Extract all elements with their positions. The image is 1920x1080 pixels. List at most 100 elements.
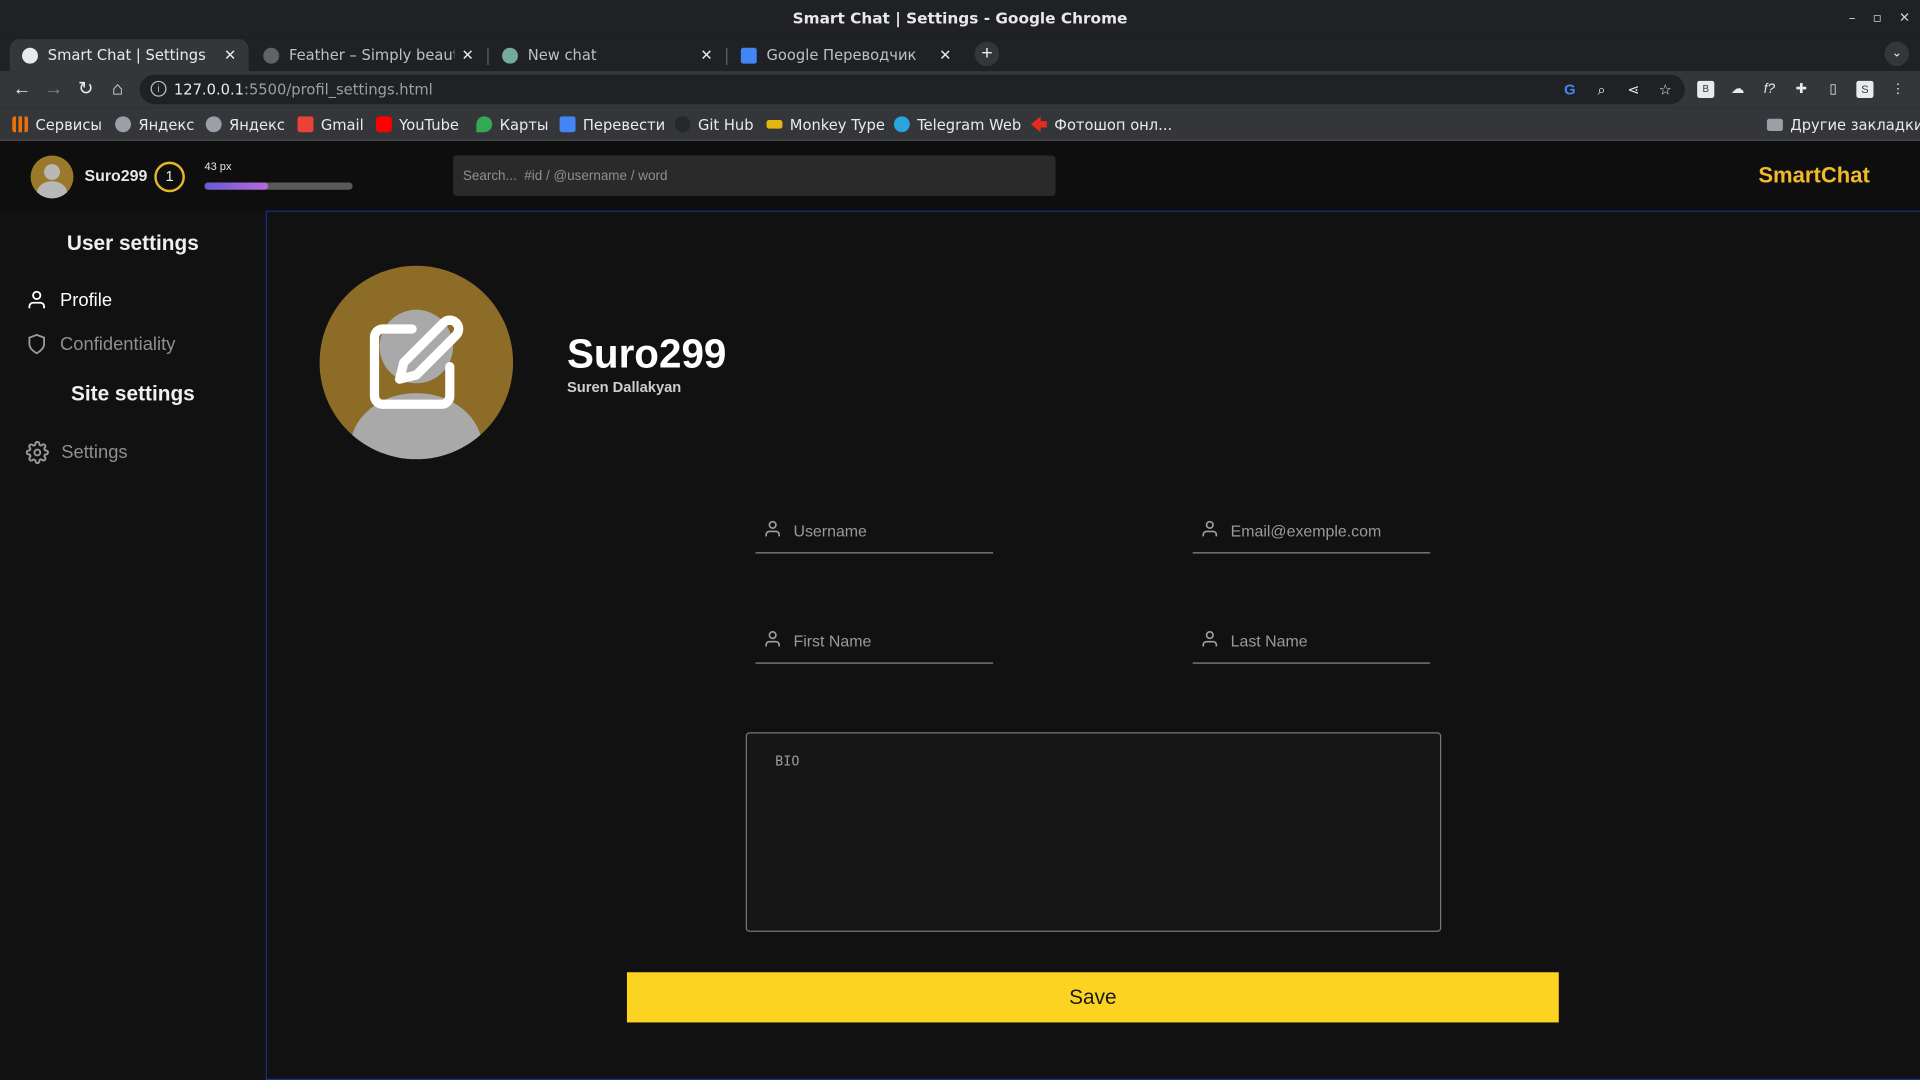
user-icon bbox=[28, 290, 46, 309]
tab-smart-chat-settings[interactable]: Smart Chat | Settings ✕ bbox=[9, 39, 249, 72]
extensions-puzzle-icon[interactable]: ✚ bbox=[1793, 81, 1810, 98]
globe-icon bbox=[115, 116, 132, 133]
user-icon bbox=[765, 631, 781, 647]
back-icon[interactable]: ← bbox=[10, 77, 34, 101]
tab-google-translate[interactable]: Google Переводчик ✕ bbox=[729, 39, 964, 71]
tab-title: New chat bbox=[527, 46, 597, 64]
tab-search-button[interactable]: ⌄ bbox=[1884, 41, 1909, 67]
url-text[interactable]: 127.0.0.1:5500/profil_settings.html bbox=[174, 81, 433, 98]
email-input[interactable] bbox=[1230, 516, 1425, 544]
bookmark-yandex-2[interactable]: Яндекс bbox=[205, 114, 285, 135]
close-tab-icon[interactable]: ✕ bbox=[462, 47, 474, 64]
side-panel-icon[interactable]: ▯ bbox=[1825, 81, 1842, 98]
bookmark-gmail[interactable]: Gmail bbox=[297, 114, 364, 135]
window-title: Smart Chat | Settings - Google Chrome bbox=[792, 8, 1128, 27]
bookmark-yandex-1[interactable]: Яндекс bbox=[115, 114, 194, 135]
bookmark-youtube[interactable]: YouTube bbox=[375, 114, 459, 135]
sidebar-item-profile[interactable]: Profile bbox=[26, 285, 112, 314]
profile-avatar[interactable] bbox=[319, 265, 514, 460]
browser-toolbar: ← → ↻ ⌂ i 127.0.0.1:5500/profil_settings… bbox=[0, 71, 1920, 108]
extension-s-icon[interactable]: S bbox=[1856, 80, 1874, 98]
forward-icon[interactable]: → bbox=[42, 77, 66, 101]
bookmark-translate[interactable]: Перевести bbox=[559, 114, 665, 135]
username-input[interactable] bbox=[793, 516, 987, 544]
close-tab-icon[interactable]: ✕ bbox=[224, 47, 236, 64]
bookmark-star-icon[interactable]: ☆ bbox=[1656, 80, 1676, 100]
first-name-input[interactable] bbox=[793, 626, 987, 654]
user-settings-heading: User settings bbox=[66, 231, 199, 255]
sidebar-item-label: Confidentiality bbox=[60, 333, 176, 355]
first-name-field[interactable] bbox=[755, 620, 994, 664]
shield-icon bbox=[28, 333, 46, 355]
bookmark-github[interactable]: Git Hub bbox=[674, 114, 754, 135]
last-name-input[interactable] bbox=[1230, 626, 1425, 654]
bio-textarea[interactable] bbox=[745, 732, 1442, 932]
site-settings-heading: Site settings bbox=[70, 382, 195, 406]
share-icon[interactable]: ⋖ bbox=[1624, 80, 1644, 100]
gmail-icon bbox=[297, 116, 314, 133]
sidebar-item-confidentiality[interactable]: Confidentiality bbox=[26, 329, 176, 358]
tab-title: Smart Chat | Settings bbox=[47, 46, 206, 64]
xp-label: 43 px bbox=[204, 160, 232, 173]
maximize-button[interactable]: ▫ bbox=[1873, 0, 1882, 37]
bookmarks-bar: Сервисы Яндекс Яндекс Gmail YouTube Карт… bbox=[0, 107, 1920, 141]
globe-icon bbox=[22, 47, 38, 64]
tab-new-chat[interactable]: New chat ✕ bbox=[490, 39, 725, 71]
level-badge: 1 bbox=[154, 161, 185, 193]
globe-icon bbox=[205, 116, 222, 133]
home-icon[interactable]: ⌂ bbox=[105, 77, 129, 101]
translate-icon bbox=[559, 116, 576, 133]
gear-icon bbox=[25, 440, 49, 464]
avatar[interactable] bbox=[30, 155, 74, 199]
last-name-field[interactable] bbox=[1192, 620, 1431, 664]
chrome-menu-icon[interactable]: ⋮ bbox=[1889, 81, 1906, 98]
tab-feather[interactable]: Feather – Simply beautiful ✕ bbox=[251, 39, 486, 71]
google-icon[interactable]: G bbox=[1560, 80, 1580, 100]
close-tab-icon[interactable]: ✕ bbox=[700, 47, 712, 64]
sidebar-item-label: Settings bbox=[61, 441, 128, 463]
close-window-button[interactable]: ✕ bbox=[1899, 0, 1910, 37]
minimize-button[interactable]: – bbox=[1849, 0, 1856, 37]
other-bookmarks-folder[interactable]: Другие закладки bbox=[1766, 114, 1920, 135]
bookmark-monkeytype[interactable]: Monkey Type bbox=[766, 114, 885, 135]
profile-settings-panel: Suro299 Suren Dallakyan Save bbox=[265, 210, 1920, 1080]
reload-icon[interactable]: ↻ bbox=[73, 77, 97, 101]
photoshop-icon bbox=[1031, 116, 1047, 133]
site-info-icon[interactable]: i bbox=[150, 80, 167, 97]
close-tab-icon[interactable]: ✕ bbox=[939, 47, 951, 64]
bookmark-services[interactable]: Сервисы bbox=[12, 114, 102, 135]
extension-cloud-icon[interactable]: ☁ bbox=[1729, 81, 1746, 98]
username-field[interactable] bbox=[755, 509, 994, 554]
email-field[interactable] bbox=[1192, 509, 1431, 554]
translate-icon bbox=[740, 47, 757, 64]
telegram-icon bbox=[893, 116, 910, 133]
new-tab-button[interactable]: + bbox=[974, 41, 1000, 67]
app-header: Suro299 1 43 px SmartChat bbox=[0, 142, 1920, 211]
user-icon bbox=[1202, 520, 1218, 537]
profile-full-name: Suren Dallakyan bbox=[566, 378, 682, 396]
brand-logo[interactable]: SmartChat bbox=[1758, 163, 1869, 189]
apps-grid-icon bbox=[12, 116, 29, 133]
bookmark-telegram[interactable]: Telegram Web bbox=[893, 114, 1021, 135]
profile-display-name: Suro299 bbox=[566, 330, 727, 376]
openai-icon bbox=[502, 47, 518, 64]
address-bar[interactable]: i 127.0.0.1:5500/profil_settings.html G … bbox=[139, 74, 1685, 105]
tab-title: Feather – Simply beautiful bbox=[288, 46, 454, 64]
tab-title: Google Переводчик bbox=[766, 46, 917, 64]
xp-progress-bar bbox=[204, 182, 353, 190]
feather-icon bbox=[263, 47, 280, 64]
edit-avatar-icon[interactable] bbox=[366, 312, 466, 412]
save-button[interactable]: Save bbox=[626, 972, 1559, 1023]
user-icon bbox=[1202, 631, 1218, 647]
tab-strip: Smart Chat | Settings ✕ Feather – Simply… bbox=[0, 36, 1920, 72]
zoom-icon[interactable]: ⌕ bbox=[1592, 80, 1612, 100]
search-input[interactable] bbox=[453, 155, 1056, 196]
extension-b-icon[interactable]: B bbox=[1697, 80, 1715, 98]
extension-formula-icon[interactable]: f? bbox=[1761, 81, 1778, 98]
bookmark-maps[interactable]: Карты bbox=[476, 114, 549, 135]
sidebar-item-label: Profile bbox=[60, 289, 113, 311]
sidebar-item-settings[interactable]: Settings bbox=[25, 437, 128, 466]
github-icon bbox=[674, 116, 691, 133]
header-username: Suro299 bbox=[84, 166, 148, 185]
bookmark-photoshop[interactable]: Фотошоп онл... bbox=[1031, 114, 1172, 135]
